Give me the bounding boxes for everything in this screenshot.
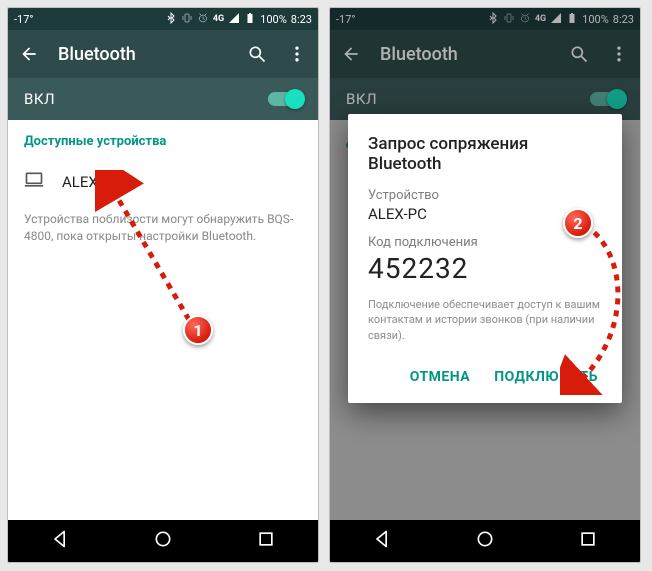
- nav-home-button[interactable]: [153, 529, 173, 553]
- clock-time: 8:23: [291, 13, 312, 26]
- app-bar: Bluetooth: [8, 30, 318, 78]
- phone-left: -17° 4G 100% 8:23 Bluetooth ВКЛ Доступны…: [7, 7, 319, 563]
- pairing-dialog: Запрос сопряжения Bluetooth Устройство A…: [348, 114, 622, 403]
- search-button[interactable]: [246, 43, 268, 65]
- nav-back-button[interactable]: [50, 529, 70, 553]
- bluetooth-icon: [487, 12, 499, 27]
- dialog-connect-button[interactable]: ПОДКЛЮЧИТЬ: [494, 369, 598, 385]
- nav-recent-button[interactable]: [256, 529, 276, 553]
- device-row[interactable]: ALEX-PC: [24, 163, 302, 211]
- device-name: ALEX-PC: [62, 173, 121, 191]
- page-title: Bluetooth: [380, 44, 550, 65]
- app-bar: Bluetooth: [330, 30, 640, 78]
- content-area: Доступные устройства Запрос сопряжения B…: [330, 120, 640, 520]
- temp-indicator: -17°: [14, 13, 34, 26]
- phone-right: -17° 4G 100% 8:23 Bluetooth ВКЛ Доступны…: [329, 7, 641, 563]
- network-4g-icon: 4G: [535, 14, 546, 24]
- page-title: Bluetooth: [58, 44, 228, 65]
- clock-time: 8:23: [613, 13, 634, 26]
- overflow-menu-button[interactable]: [286, 43, 308, 65]
- dialog-device-name: ALEX-PC: [368, 205, 602, 223]
- available-devices-header: Доступные устройства: [24, 134, 302, 149]
- vibrate-icon: [181, 12, 193, 27]
- signal-icon: [228, 12, 240, 27]
- nav-bar: [330, 520, 640, 562]
- dialog-hint-text: Подключение обеспечивает доступ к вашим …: [368, 297, 602, 343]
- status-bar: -17° 4G 100% 8:23: [8, 8, 318, 30]
- dialog-device-label: Устройство: [368, 188, 602, 203]
- dialog-cancel-button[interactable]: ОТМЕНА: [410, 369, 470, 385]
- overflow-menu-button[interactable]: [608, 43, 630, 65]
- discovery-hint: Устройства поблизости могут обнаружить B…: [24, 211, 302, 246]
- nav-bar: [8, 520, 318, 562]
- battery-percent: 100%: [582, 13, 609, 26]
- dialog-code-label: Код подключения: [368, 235, 602, 250]
- nav-back-button[interactable]: [372, 529, 392, 553]
- battery-percent: 100%: [260, 13, 287, 26]
- nav-home-button[interactable]: [475, 529, 495, 553]
- status-bar: -17° 4G 100% 8:23: [330, 8, 640, 30]
- back-button[interactable]: [340, 43, 362, 65]
- battery-icon: [566, 12, 578, 27]
- vibrate-icon: [503, 12, 515, 27]
- toggle-label: ВКЛ: [346, 90, 377, 108]
- temp-indicator: -17°: [336, 13, 356, 26]
- dialog-title: Запрос сопряжения Bluetooth: [368, 134, 602, 174]
- signal-icon: [550, 12, 562, 27]
- bluetooth-icon: [165, 12, 177, 27]
- battery-icon: [244, 12, 256, 27]
- bluetooth-toggle-bar: ВКЛ: [8, 78, 318, 120]
- alarm-icon: [197, 12, 209, 27]
- back-button[interactable]: [18, 43, 40, 65]
- bluetooth-toggle-switch[interactable]: [268, 92, 302, 106]
- alarm-icon: [519, 12, 531, 27]
- nav-recent-button[interactable]: [578, 529, 598, 553]
- dialog-pairing-code: 452232: [368, 252, 602, 285]
- content-area: Доступные устройства ALEX-PC Устройства …: [8, 120, 318, 520]
- toggle-label: ВКЛ: [24, 90, 55, 108]
- network-4g-icon: 4G: [213, 14, 224, 24]
- search-button[interactable]: [568, 43, 590, 65]
- laptop-icon: [24, 171, 44, 193]
- bluetooth-toggle-switch[interactable]: [590, 92, 624, 106]
